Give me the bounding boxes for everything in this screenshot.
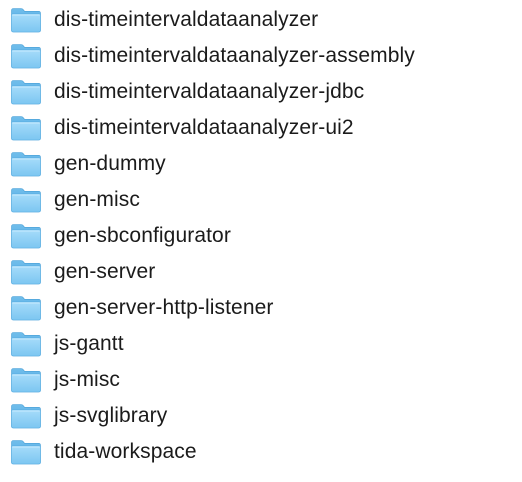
- folder-name: dis-timeintervaldataanalyzer-assembly: [54, 44, 415, 67]
- folder-icon: [10, 115, 42, 141]
- folder-name: gen-server: [54, 260, 156, 283]
- folder-icon: [10, 439, 42, 465]
- folder-item-gen-sbconfigurator[interactable]: gen-sbconfigurator: [0, 218, 522, 254]
- folder-icon: [10, 295, 42, 321]
- folder-icon: [10, 151, 42, 177]
- folder-name: gen-server-http-listener: [54, 296, 274, 319]
- folder-item-tida-workspace[interactable]: tida-workspace: [0, 434, 522, 470]
- folder-name: js-misc: [54, 368, 121, 391]
- folder-name: tida-workspace: [54, 440, 197, 463]
- folder-icon: [10, 187, 42, 213]
- folder-icon: [10, 367, 42, 393]
- folder-name: js-svglibrary: [54, 404, 168, 427]
- folder-item-dis-timeintervaldataanalyzer-ui2[interactable]: dis-timeintervaldataanalyzer-ui2: [0, 110, 522, 146]
- folder-icon: [10, 259, 42, 285]
- folder-icon: [10, 43, 42, 69]
- folder-item-js-svglibrary[interactable]: js-svglibrary: [0, 398, 522, 434]
- folder-icon: [10, 403, 42, 429]
- folder-name: gen-sbconfigurator: [54, 224, 231, 247]
- folder-name: gen-misc: [54, 188, 140, 211]
- folder-item-dis-timeintervaldataanalyzer-assembly[interactable]: dis-timeintervaldataanalyzer-assembly: [0, 38, 522, 74]
- folder-name: dis-timeintervaldataanalyzer-ui2: [54, 116, 354, 139]
- folder-icon: [10, 223, 42, 249]
- folder-icon: [10, 7, 42, 33]
- folder-item-gen-server[interactable]: gen-server: [0, 254, 522, 290]
- folder-icon: [10, 79, 42, 105]
- folder-name: gen-dummy: [54, 152, 166, 175]
- folder-item-dis-timeintervaldataanalyzer[interactable]: dis-timeintervaldataanalyzer: [0, 2, 522, 38]
- folder-item-gen-misc[interactable]: gen-misc: [0, 182, 522, 218]
- file-list: dis-timeintervaldataanalyzer dis-timeinte…: [0, 2, 522, 470]
- folder-item-gen-server-http-listener[interactable]: gen-server-http-listener: [0, 290, 522, 326]
- folder-item-gen-dummy[interactable]: gen-dummy: [0, 146, 522, 182]
- folder-item-js-gantt[interactable]: js-gantt: [0, 326, 522, 362]
- folder-name: dis-timeintervaldataanalyzer: [54, 8, 319, 31]
- folder-name: dis-timeintervaldataanalyzer-jdbc: [54, 80, 365, 103]
- folder-name: js-gantt: [54, 332, 124, 355]
- folder-icon: [10, 331, 42, 357]
- folder-item-js-misc[interactable]: js-misc: [0, 362, 522, 398]
- folder-item-dis-timeintervaldataanalyzer-jdbc[interactable]: dis-timeintervaldataanalyzer-jdbc: [0, 74, 522, 110]
